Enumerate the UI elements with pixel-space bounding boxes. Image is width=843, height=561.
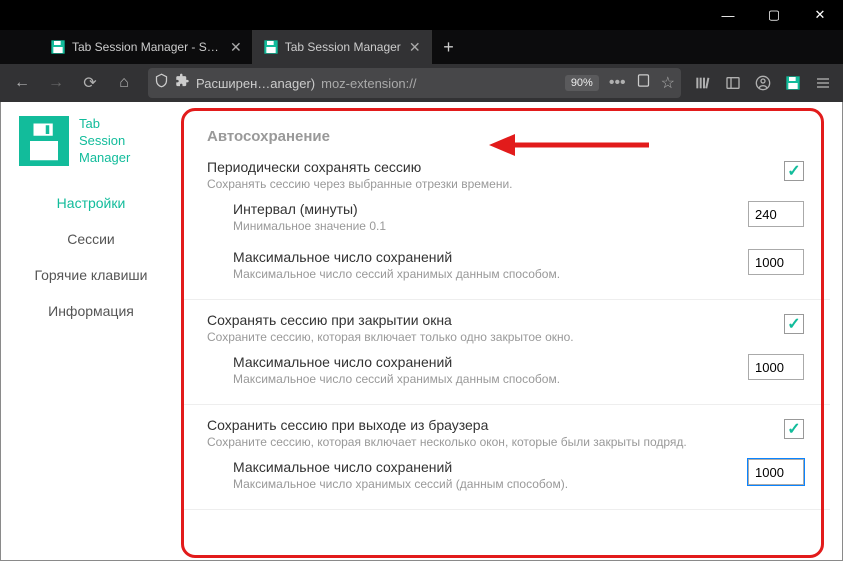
sidebar-item-settings[interactable]: Настройки [1,185,181,221]
setting-label: Максимальное число сохранений [233,354,748,370]
forward-button[interactable]: → [40,67,72,99]
max-saves-input[interactable] [748,354,804,380]
setting-save-on-window-close: Сохранять сессию при закрытии окна Сохра… [181,308,830,405]
tab-close-icon[interactable]: ✕ [409,39,421,56]
extension-puzzle-icon [175,73,190,93]
setting-label: Периодически сохранять сессию [207,159,784,175]
browser-tabbar: Tab Session Manager - Sess ✕ Tab Session… [0,30,843,64]
bookmark-star-icon[interactable]: ☆ [661,73,675,93]
home-button[interactable]: ⌂ [108,67,140,99]
save-extension-floppy-icon[interactable] [779,75,807,91]
checkbox-periodic-save[interactable]: ✓ [784,161,804,181]
setting-save-on-browser-exit: Сохранить сессию при выходе из браузера … [181,413,830,510]
setting-desc: Минимальное значение 0.1 [233,219,748,233]
setting-label: Сохранить сессию при выходе из браузера [207,417,784,433]
setting-label: Максимальное число сохранений [233,249,748,265]
setting-label: Интервал (минуты) [233,201,748,217]
new-tab-button[interactable]: + [432,30,466,64]
window-maximize-button[interactable]: ▢ [751,0,797,30]
setting-desc: Сохраните сессию, которая включает тольк… [207,330,784,344]
browser-tab[interactable]: Tab Session Manager - Sess ✕ [40,30,253,64]
browser-tab-active[interactable]: Tab Session Manager ✕ [253,30,432,64]
reader-shield-icon[interactable] [636,73,651,93]
setting-label: Сохранять сессию при закрытии окна [207,312,784,328]
extension-name-label: Расширен…anager) [196,76,315,91]
page-actions-dots-icon[interactable]: ••• [609,74,626,92]
max-saves-input-focused[interactable] [748,459,804,485]
checkbox-window-close[interactable]: ✓ [784,314,804,334]
sidebar-item-hotkeys[interactable]: Горячие клавиши [1,257,181,293]
sidebar-item-sessions[interactable]: Сессии [1,221,181,257]
sidebar-item-info[interactable]: Информация [1,293,181,329]
settings-content: Автосохранение Периодически сохранять се… [181,102,842,560]
setting-periodic-save: Периодически сохранять сессию Сохранять … [181,155,830,300]
sidebar-toggle-icon[interactable] [719,75,747,91]
setting-desc: Максимальное число хранимых сессий (данн… [233,477,748,491]
account-icon[interactable] [749,75,777,91]
app-name: Tab Session Manager [79,116,130,167]
url-text: moz-extension:// [321,76,416,91]
tab-title: Tab Session Manager [285,40,401,54]
window-titlebar: — ▢ ✕ [0,0,843,30]
window-minimize-button[interactable]: — [705,0,751,30]
window-close-button[interactable]: ✕ [797,0,843,30]
app-logo-floppy-icon [19,116,69,166]
menu-hamburger-icon[interactable] [809,75,837,91]
zoom-badge[interactable]: 90% [565,75,599,91]
interval-input[interactable] [748,201,804,227]
page-body: Tab Session Manager Настройки Сессии Гор… [0,102,843,561]
browser-toolbar: ← → ⟳ ⌂ Расширен…anager) moz-extension:/… [0,64,843,102]
setting-desc: Максимальное число сессий хранимых данны… [233,267,748,281]
back-button[interactable]: ← [6,67,38,99]
shield-icon[interactable] [154,73,169,93]
url-bar[interactable]: Расширен…anager) moz-extension:// 90% ••… [148,68,681,98]
setting-desc: Максимальное число сессий хранимых данны… [233,372,748,386]
reload-button[interactable]: ⟳ [74,67,106,99]
tab-close-icon[interactable]: ✕ [230,39,242,56]
max-saves-input[interactable] [748,249,804,275]
tab-title: Tab Session Manager - Sess [72,40,222,54]
library-icon[interactable] [689,75,717,91]
setting-desc: Сохраните сессию, которая включает неско… [207,435,784,449]
settings-sidebar: Tab Session Manager Настройки Сессии Гор… [1,102,181,560]
setting-desc: Сохранять сессию через выбранные отрезки… [207,177,784,191]
checkbox-browser-exit[interactable]: ✓ [784,419,804,439]
setting-label: Максимальное число сохранений [233,459,748,475]
tab-favicon-floppy-icon [263,39,279,55]
tab-favicon-floppy-icon [50,39,66,55]
section-title-autosave: Автосохранение [181,110,830,155]
